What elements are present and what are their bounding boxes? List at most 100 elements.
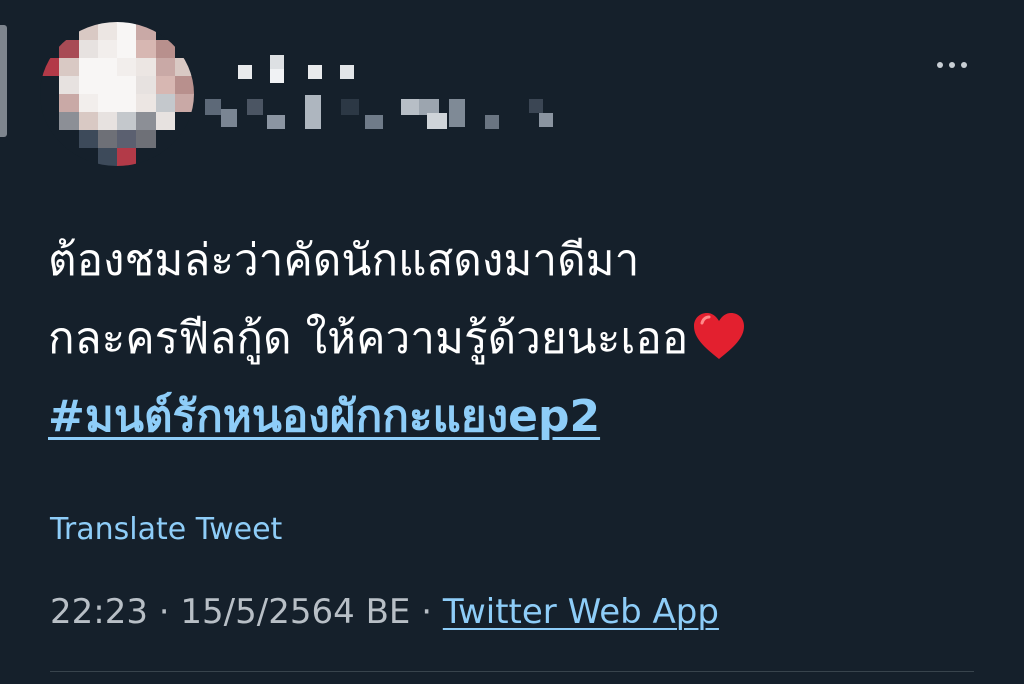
avatar-pixel (40, 112, 60, 130)
avatar-pixel (117, 76, 137, 94)
avatar-pixel (97, 22, 117, 40)
translate-tweet-link[interactable]: Translate Tweet (50, 512, 282, 547)
avatar-pixel (174, 22, 194, 40)
redaction-block (485, 115, 499, 129)
avatar-pixel (117, 130, 137, 148)
avatar-pixel (59, 130, 79, 148)
avatar-pixel (155, 130, 175, 148)
avatar-pixel (78, 130, 98, 148)
avatar-pixel (117, 94, 137, 112)
avatar-pixel (136, 130, 156, 148)
redaction-block (449, 99, 465, 127)
avatar-pixel (155, 94, 175, 112)
tweet-line-2-text: กละครฟีลกู้ด ให้ความรู้ด้วยนะเออ (48, 313, 689, 364)
avatar-pixel (59, 58, 79, 76)
avatar-pixel (117, 58, 137, 76)
avatar-pixel (97, 112, 117, 130)
avatar-pixel (136, 76, 156, 94)
divider (50, 671, 974, 672)
avatar-pixel (117, 40, 137, 58)
avatar-pixel (59, 112, 79, 130)
avatar-pixel (78, 94, 98, 112)
avatar-pixel (97, 94, 117, 112)
avatar-pixel (97, 148, 117, 166)
avatar-pixel (78, 22, 98, 40)
avatar-pixel (136, 112, 156, 130)
avatar-pixel (117, 112, 137, 130)
avatar-pixel (155, 40, 175, 58)
avatar-pixel (97, 76, 117, 94)
avatar-pixel (59, 40, 79, 58)
redaction-block (427, 113, 447, 129)
avatar-pixel (59, 94, 79, 112)
redaction-block (305, 95, 321, 129)
redaction-block (308, 65, 322, 79)
more-options-icon[interactable] (926, 48, 978, 82)
display-name-redacted[interactable] (232, 55, 372, 85)
avatar-pixel (40, 148, 60, 166)
tweet-date[interactable]: 15/5/2564 BE (180, 592, 410, 632)
avatar-pixel (136, 58, 156, 76)
avatar-pixel (136, 22, 156, 40)
avatar-pixel (40, 58, 60, 76)
avatar-pixel (136, 94, 156, 112)
dot (961, 62, 967, 68)
avatar-pixel (78, 148, 98, 166)
avatar-pixel (78, 76, 98, 94)
avatar-pixel (136, 40, 156, 58)
avatar-pixel (155, 76, 175, 94)
meta-separator: · (158, 592, 170, 632)
avatar-pixel (136, 148, 156, 166)
username-redacted[interactable] (205, 95, 565, 135)
avatar-pixel (174, 94, 194, 112)
left-edge-bar (0, 25, 7, 137)
tweet-line-2: กละครฟีลกู้ด ให้ความรู้ด้วยนะเออ (48, 300, 948, 378)
redaction-block (401, 99, 419, 115)
avatar-pixel (174, 76, 194, 94)
avatar-pixel (97, 58, 117, 76)
avatar-pixel (78, 40, 98, 58)
avatar-pixel (117, 148, 137, 166)
tweet-meta: 22:23 · 15/5/2564 BE · Twitter Web App (50, 592, 719, 632)
avatar-pixel (59, 22, 79, 40)
avatar-pixel (117, 22, 137, 40)
redaction-block (270, 55, 284, 69)
avatar-pixel (78, 112, 98, 130)
avatar-pixel (174, 58, 194, 76)
redaction-block (238, 65, 252, 79)
heart-icon (694, 313, 745, 359)
avatar-pixel (97, 130, 117, 148)
redaction-block (221, 109, 237, 127)
avatar-pixel (155, 148, 175, 166)
dot (949, 62, 955, 68)
redaction-block (341, 99, 359, 115)
avatar-pixel (155, 22, 175, 40)
avatar-pixel (78, 58, 98, 76)
avatar-pixel (97, 40, 117, 58)
avatar-pixel (40, 94, 60, 112)
avatar-pixel (174, 130, 194, 148)
redaction-block (205, 99, 221, 115)
tweet-line-1: ต้องชมล่ะว่าคัดนักแสดงมาดีมา (48, 235, 640, 286)
tweet-time[interactable]: 22:23 (50, 592, 148, 632)
redaction-block (247, 99, 263, 115)
avatar[interactable] (40, 22, 194, 166)
redaction-block (529, 99, 543, 113)
avatar-pixel (59, 148, 79, 166)
avatar-pixel (174, 112, 194, 130)
avatar-pixel (40, 76, 60, 94)
redaction-block (365, 115, 383, 129)
redaction-block (267, 115, 285, 129)
dot (937, 62, 943, 68)
tweet-text: ต้องชมล่ะว่าคัดนักแสดงมาดีมา กละครฟีลกู้… (48, 222, 948, 456)
avatar-pixel (174, 148, 194, 166)
avatar-pixel (155, 58, 175, 76)
avatar-pixel (174, 40, 194, 58)
avatar-pixel (40, 40, 60, 58)
avatar-pixel (40, 130, 60, 148)
tweet-source-link[interactable]: Twitter Web App (443, 592, 719, 632)
redaction-block (270, 69, 284, 83)
avatar-pixel (40, 22, 60, 40)
hashtag-link[interactable]: #มนต์รักหนองผักกะแยงep2 (48, 378, 948, 456)
avatar-pixel (59, 76, 79, 94)
